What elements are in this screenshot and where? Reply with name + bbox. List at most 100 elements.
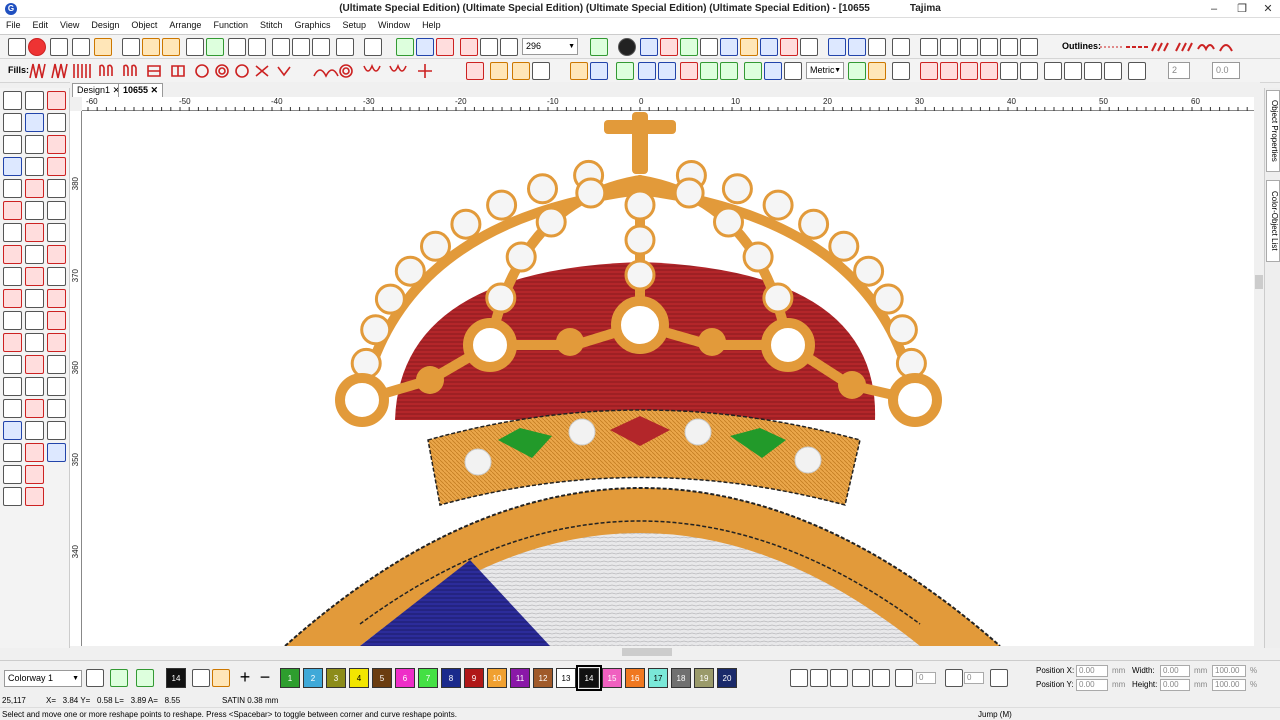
- design-canvas[interactable]: [82, 111, 1254, 646]
- thread-swatch[interactable]: 14: [576, 665, 602, 691]
- ellipse-tool-icon[interactable]: [3, 465, 22, 484]
- hoop-icon[interactable]: [828, 38, 846, 56]
- menu-help[interactable]: Help: [416, 18, 447, 32]
- curve-tool-icon[interactable]: [47, 135, 66, 154]
- fill-random-icon[interactable]: [892, 62, 910, 80]
- new-file-icon[interactable]: [122, 38, 140, 56]
- distort-icon[interactable]: [872, 669, 890, 687]
- paste-icon[interactable]: [312, 38, 330, 56]
- trim-tool-icon[interactable]: [47, 267, 66, 286]
- fill-pattern-icon[interactable]: [590, 62, 608, 80]
- fill-circle-tool-icon[interactable]: [3, 201, 22, 220]
- product-icon[interactable]: [800, 38, 818, 56]
- print-icon[interactable]: [228, 38, 246, 56]
- tab-object-properties[interactable]: Object Properties: [1266, 90, 1280, 172]
- thread-swatch[interactable]: 2: [303, 668, 323, 688]
- horizontal-scrollbar[interactable]: [82, 646, 1254, 658]
- thread-swatch[interactable]: 16: [625, 668, 645, 688]
- thread-swatch[interactable]: 19: [694, 668, 714, 688]
- position-x-field[interactable]: 0.00: [1076, 665, 1108, 677]
- rectangle-tool-icon[interactable]: [25, 135, 44, 154]
- outline-tool-icon[interactable]: [25, 421, 44, 440]
- thread-swatch[interactable]: 11: [510, 668, 530, 688]
- unlock-icon[interactable]: [1020, 38, 1038, 56]
- stitch-player-icon[interactable]: [396, 38, 414, 56]
- angle-tool-icon[interactable]: [25, 399, 44, 418]
- stitch-tool-icon[interactable]: [3, 179, 22, 198]
- thread-swatch[interactable]: 10: [487, 668, 507, 688]
- close-object-icon[interactable]: [1128, 62, 1146, 80]
- spin-spacing[interactable]: 0.0: [1212, 62, 1240, 79]
- print-preview-icon[interactable]: [248, 38, 266, 56]
- thread-swatch[interactable]: 18: [671, 668, 691, 688]
- reshape-icon[interactable]: [920, 62, 938, 80]
- grid-icon[interactable]: [590, 38, 608, 56]
- fill-shape-icon[interactable]: [638, 62, 656, 80]
- info-icon[interactable]: [618, 38, 636, 56]
- fill-fork-icon[interactable]: [570, 62, 588, 80]
- fill-frame-icon[interactable]: [744, 62, 762, 80]
- open-folder-icon[interactable]: [142, 38, 160, 56]
- zoom-in-icon[interactable]: [460, 38, 478, 56]
- ungroup-icon[interactable]: [940, 38, 958, 56]
- shield-ring[interactable]: [284, 487, 1001, 646]
- thread-swatch[interactable]: 5: [372, 668, 392, 688]
- knife-icon[interactable]: [940, 62, 958, 80]
- rectangle-tool-icon[interactable]: [3, 443, 22, 462]
- colorway-editor-icon[interactable]: [86, 669, 104, 687]
- lock-icon[interactable]: [1000, 38, 1018, 56]
- menu-setup[interactable]: Setup: [337, 18, 373, 32]
- auto-tool-icon[interactable]: [3, 355, 22, 374]
- reshape-tool-icon[interactable]: [25, 91, 44, 110]
- thread-swatch[interactable]: 9: [464, 668, 484, 688]
- scroll-thumb[interactable]: [622, 648, 672, 656]
- restore-button[interactable]: ❐: [1228, 1, 1256, 17]
- break-apart-icon[interactable]: [980, 38, 998, 56]
- position-y-field[interactable]: 0.00: [1076, 679, 1108, 691]
- fill-feather-icon[interactable]: [466, 62, 484, 80]
- satin-tool-icon[interactable]: [47, 201, 66, 220]
- height-percent-field[interactable]: 100.00: [1212, 679, 1246, 691]
- column-tool-icon[interactable]: [25, 201, 44, 220]
- applique-tool-icon[interactable]: [25, 267, 44, 286]
- polygon-tool-icon[interactable]: [25, 465, 44, 484]
- menu-function[interactable]: Function: [207, 18, 254, 32]
- fill-omega-icon[interactable]: [680, 62, 698, 80]
- scale-tool-icon[interactable]: [3, 377, 22, 396]
- ribbon-tool-icon[interactable]: [3, 289, 22, 308]
- complex-tool-icon[interactable]: [25, 223, 44, 242]
- star-tool-icon[interactable]: [3, 223, 22, 242]
- jump-tool-icon[interactable]: [25, 289, 44, 308]
- sort-icon[interactable]: [700, 38, 718, 56]
- text-tool-icon[interactable]: [47, 421, 66, 440]
- angle-icon[interactable]: [1020, 62, 1038, 80]
- embroidery-design[interactable]: [82, 111, 1254, 646]
- fill-types[interactable]: [28, 62, 448, 80]
- combine-icon[interactable]: [960, 38, 978, 56]
- curve-tool-icon[interactable]: [25, 443, 44, 462]
- thread-swatch[interactable]: 13: [556, 668, 576, 688]
- shirt-icon[interactable]: [136, 669, 154, 687]
- tatami-tool-icon[interactable]: [3, 245, 22, 264]
- motif-tool-icon[interactable]: [25, 179, 44, 198]
- people-tool-icon[interactable]: [3, 157, 22, 176]
- units-combo[interactable]: Metric ▼: [806, 62, 844, 79]
- current-color-swatch[interactable]: 14: [166, 668, 186, 688]
- mirror-tool-icon[interactable]: [25, 113, 44, 132]
- fabric-icon[interactable]: [680, 38, 698, 56]
- zigzag-tool-icon[interactable]: [25, 355, 44, 374]
- tab-10655[interactable]: 10655 ✕: [118, 83, 164, 97]
- hole-tool-icon[interactable]: [3, 267, 22, 286]
- add-color-icon[interactable]: +: [236, 668, 254, 687]
- fabric-color-icon[interactable]: [110, 669, 128, 687]
- fill-wave-icon[interactable]: [512, 62, 530, 80]
- thread-swatch[interactable]: 8: [441, 668, 461, 688]
- stitch-order-icon[interactable]: [740, 38, 758, 56]
- thread-chart-icon[interactable]: [660, 38, 678, 56]
- eyedropper-icon[interactable]: [192, 669, 210, 687]
- text-tool-icon[interactable]: [3, 135, 22, 154]
- angle-tool-icon[interactable]: [47, 91, 66, 110]
- menu-edit[interactable]: Edit: [27, 18, 55, 32]
- copy-icon[interactable]: [292, 38, 310, 56]
- outline-styles[interactable]: [1100, 39, 1240, 55]
